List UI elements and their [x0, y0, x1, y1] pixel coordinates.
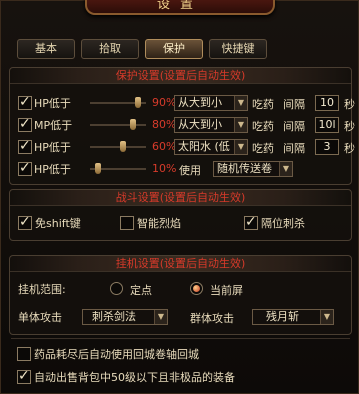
mp-mode-value: 从大到小 [178, 118, 222, 131]
tab-basic[interactable]: 基本 [17, 39, 75, 59]
hp2-slider-handle[interactable] [120, 141, 126, 152]
protect-row-hp1: HP低于 90% 从大到小 ▼ 吃药 间隔 10 秒 [18, 94, 355, 112]
tab-protect[interactable]: 保护 [145, 39, 203, 59]
hp2-interval-input[interactable]: 3 [315, 139, 339, 155]
protect-row-hp3: HP低于 10% 使用 随机传送卷 ▼ [18, 160, 348, 178]
auto-return-label: 药品耗尽后自动使用回城卷轴回城 [34, 348, 199, 361]
hp2-checkbox[interactable] [18, 138, 32, 154]
hangup-header: 挂机设置(设置后自动生效) [10, 256, 351, 272]
mp-mode-select[interactable]: 从大到小 ▼ [174, 117, 248, 133]
auto-sell-checkbox[interactable] [17, 368, 31, 384]
hp1-checkbox[interactable] [18, 94, 32, 110]
hp1-slider[interactable] [90, 97, 146, 108]
tab-pickup[interactable]: 拾取 [81, 39, 139, 59]
combat-panel: 战斗设置(设置后自动生效) 免shift键 智能烈焰 隔位刺杀 [9, 189, 352, 241]
hp2-label: HP低于 [34, 141, 71, 154]
hp3-label: HP低于 [34, 163, 71, 176]
settings-window: 设置 基本 拾取 保护 快捷键 保护设置(设置后自动生效) HP低于 90% 从… [0, 0, 359, 394]
hangup-attack-row: 单体攻击 刺杀剑法 ▼ 群体攻击 残月斩 ▼ [18, 308, 348, 326]
chevron-down-icon: ▼ [154, 310, 167, 324]
group-attack-value: 残月斩 [266, 310, 299, 323]
smartfire-label: 智能烈焰 [137, 217, 181, 230]
group-attack-label: 群体攻击 [190, 312, 234, 325]
mp-slider-handle[interactable] [130, 119, 136, 130]
tab-bar: 基本 拾取 保护 快捷键 [17, 39, 267, 59]
hp1-unit: 秒 [344, 98, 355, 111]
mp-percent: 80% [152, 118, 177, 131]
divider [11, 338, 350, 339]
assassinate-label: 隔位刺杀 [261, 217, 305, 230]
chevron-down-icon: ▼ [320, 310, 333, 324]
hp1-interval-input[interactable]: 10 [315, 95, 339, 111]
hp2-interval-label: 间隔 [283, 142, 305, 155]
mp-interval-input[interactable]: 10l [315, 117, 339, 133]
range-screen-label: 当前屏 [210, 284, 243, 297]
mp-label: MP低于 [34, 119, 73, 132]
hp1-label: HP低于 [34, 97, 71, 110]
smartfire-checkbox[interactable] [120, 216, 134, 230]
hp2-action: 吃药 [252, 142, 274, 155]
hangup-range-row: 挂机范围: 定点 当前屏 [18, 280, 348, 298]
chevron-down-icon: ▼ [234, 140, 247, 154]
mp-checkbox[interactable] [18, 116, 32, 132]
hp1-mode-value: 从大到小 [178, 96, 222, 109]
protect-row-hp2: HP低于 60% 太阳水 (低 ▼ 吃药 间隔 3 秒 [18, 138, 355, 156]
hp1-action: 吃药 [252, 98, 274, 111]
chevron-down-icon: ▼ [279, 162, 292, 176]
hp1-slider-handle[interactable] [135, 97, 141, 108]
hp3-slider-handle[interactable] [95, 163, 101, 174]
single-attack-value: 刺杀剑法 [92, 310, 136, 323]
auto-sell-option[interactable]: 自动出售背包中50级以下且非极品的装备 [17, 368, 235, 386]
range-fixed-label: 定点 [130, 284, 152, 297]
hangup-panel: 挂机设置(设置后自动生效) 挂机范围: 定点 当前屏 单体攻击 刺杀剑法 ▼ 群… [9, 255, 352, 335]
hp2-percent: 60% [152, 140, 177, 153]
hp2-mode-value: 太阳水 (低 [178, 140, 230, 153]
noshift-checkbox[interactable] [18, 214, 32, 230]
range-fixed-radio[interactable] [110, 282, 123, 295]
hp1-percent: 90% [152, 96, 177, 109]
auto-sell-label: 自动出售背包中50级以下且非极品的装备 [34, 371, 235, 384]
chevron-down-icon: ▼ [234, 118, 247, 132]
hp3-item-value: 随机传送卷 [217, 162, 272, 175]
hp2-unit: 秒 [344, 142, 355, 155]
mp-interval-label: 间隔 [283, 120, 305, 133]
protect-panel: 保护设置(设置后自动生效) HP低于 90% 从大到小 ▼ 吃药 间隔 10 秒… [9, 67, 355, 185]
hp2-mode-select[interactable]: 太阳水 (低 ▼ [174, 139, 248, 155]
hp3-percent: 10% [152, 162, 177, 175]
hp2-slider[interactable] [90, 141, 146, 152]
protect-row-mp: MP低于 80% 从大到小 ▼ 吃药 间隔 10l 秒 [18, 116, 355, 134]
hp3-slider[interactable] [90, 163, 146, 174]
combat-option-smartfire[interactable]: 智能烈焰 [120, 214, 181, 232]
mp-slider[interactable] [90, 119, 146, 130]
auto-return-checkbox[interactable] [17, 347, 31, 361]
protect-header: 保护设置(设置后自动生效) [10, 68, 351, 84]
auto-return-option[interactable]: 药品耗尽后自动使用回城卷轴回城 [17, 345, 199, 363]
tab-hotkeys[interactable]: 快捷键 [209, 39, 267, 59]
hp1-interval-label: 间隔 [283, 98, 305, 111]
single-attack-label: 单体攻击 [18, 311, 62, 324]
chevron-down-icon: ▼ [234, 96, 247, 110]
combat-option-noshift[interactable]: 免shift键 [18, 214, 81, 232]
hp3-item-select[interactable]: 随机传送卷 ▼ [213, 161, 293, 177]
hp1-mode-select[interactable]: 从大到小 ▼ [174, 95, 248, 111]
hp3-use-label: 使用 [179, 164, 201, 177]
mp-unit: 秒 [344, 120, 355, 133]
noshift-label: 免shift键 [35, 217, 81, 230]
group-attack-select[interactable]: 残月斩 ▼ [252, 309, 334, 325]
mp-action: 吃药 [252, 120, 274, 133]
range-label: 挂机范围: [18, 283, 66, 296]
combat-header: 战斗设置(设置后自动生效) [10, 190, 351, 206]
hp3-checkbox[interactable] [18, 160, 32, 176]
single-attack-select[interactable]: 刺杀剑法 ▼ [82, 309, 168, 325]
range-screen-radio[interactable] [190, 282, 203, 295]
combat-option-assassinate[interactable]: 隔位刺杀 [244, 214, 305, 232]
assassinate-checkbox[interactable] [244, 214, 258, 230]
window-title: 设置 [85, 0, 275, 15]
